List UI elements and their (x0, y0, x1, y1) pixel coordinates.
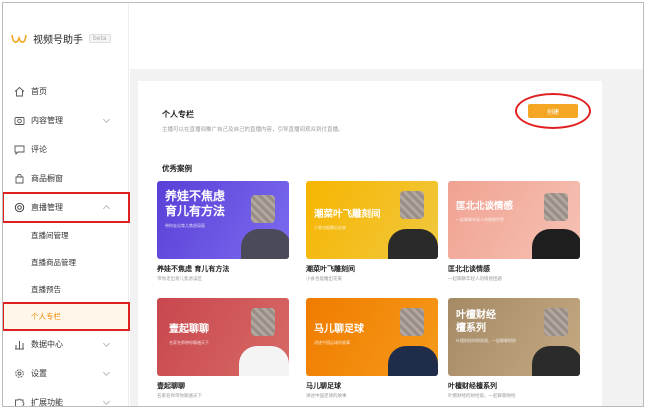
sidebar-item-label: 商品橱窗 (31, 174, 63, 183)
card-name: 潮菜叶飞雕刻间 (306, 265, 355, 273)
sidebar-item-live-room[interactable]: 直播间管理 (3, 222, 129, 249)
top-bar (130, 3, 643, 69)
main-area: 个人专栏 主播可以在直播间推广自己及自己的直播内容，引导直播间观众到付直播。 创… (130, 3, 643, 406)
person-image (532, 181, 580, 259)
sidebar-item-label: 内容管理 (31, 116, 63, 125)
card-desc: 小食也能雕出花来 (306, 277, 342, 282)
sidebar-item-data[interactable]: 数据中心 (3, 330, 129, 359)
window-frame: 视频号助手 beta 首页 内容管理 评论 商品橱窗 直播管理 直播间管理 直播… (2, 2, 644, 407)
card-banner-title: 潮菜叶飞雕刻间 (314, 209, 381, 220)
page-description: 主播可以在直播间推广自己及自己的直播内容，引导直播间观众到付直播。 (162, 127, 344, 133)
card-banner-title: 养娃不焦虑 (165, 189, 226, 203)
camera-icon (13, 115, 25, 127)
card-banner-subtitle: 带你走出育儿焦虑局面 (165, 223, 205, 228)
card-banner-title: 檀系列 (456, 322, 486, 334)
card-name: 匡北北谈情感 (448, 265, 490, 273)
sidebar-item-content[interactable]: 内容管理 (3, 106, 129, 135)
sidebar-item-settings[interactable]: 设置 (3, 359, 129, 388)
card-banner-title: 匡北北谈情感 (456, 201, 514, 212)
sidebar: 视频号助手 beta 首页 内容管理 评论 商品橱窗 直播管理 直播间管理 直播… (3, 3, 130, 407)
card-banner-subtitle: 名家名师带你聊遍天下 (169, 340, 209, 345)
sidebar-item-home[interactable]: 首页 (3, 77, 129, 106)
beta-badge: beta (89, 34, 111, 43)
create-button[interactable]: 创建 (528, 104, 578, 118)
home-icon (13, 86, 25, 98)
sidebar-menu: 首页 内容管理 评论 商品橱窗 直播管理 直播间管理 直播商品管理 直播预告 个… (3, 77, 130, 407)
card-banner-title: 育儿有方法 (165, 204, 226, 218)
sidebar-item-label: 直播间管理 (31, 231, 69, 240)
sidebar-item-label: 首页 (31, 87, 47, 96)
brand-name: 视频号助手 (33, 35, 83, 46)
column-panel: 个人专栏 主播可以在直播间推广自己及自己的直播内容，引导直播间观众到付直播。 创… (138, 81, 602, 406)
person-image (241, 181, 289, 259)
sidebar-item-label: 直播管理 (31, 203, 63, 212)
card-banner-title: 叶檀财经 (456, 310, 496, 321)
card-banner-subtitle: 讲述中国足球的故事 (314, 340, 350, 345)
card-name: 壹起聊聊 (157, 382, 185, 390)
card-name: 叶檀财经檀系列 (448, 382, 497, 390)
bar-chart-icon (13, 339, 25, 351)
example-card[interactable]: 潮菜叶飞雕刻间 小食也能雕出花来 (306, 181, 438, 259)
example-card[interactable]: 叶檀财经 檀系列 叶檀财经的财经观，一起聊聊财经 (448, 298, 580, 376)
sidebar-item-label: 设置 (31, 369, 47, 378)
card-banner-title: 壹起聊聊 (169, 324, 209, 335)
card-banner-subtitle: 小食也能雕出花来 (314, 225, 346, 230)
card-desc: 带你走出育儿焦虑误区 (157, 277, 202, 282)
comment-icon (13, 144, 25, 156)
card-desc: 名家名师带你聊遍天下 (157, 394, 202, 399)
person-image (386, 181, 438, 259)
sidebar-item-label: 直播预告 (31, 285, 61, 294)
gear-icon (13, 368, 25, 380)
person-image (386, 298, 438, 376)
card-banner-subtitle: 叶檀财经的财经观，一起聊聊财经 (456, 338, 516, 343)
example-card[interactable]: 壹起聊聊 名家名师带你聊遍天下 (157, 298, 289, 376)
sidebar-item-label: 扩展功能 (31, 398, 63, 407)
card-banner-subtitle: 一起聊聊年轻人的情感世界 (456, 217, 504, 222)
sidebar-item-label: 数据中心 (31, 340, 63, 349)
sidebar-item-live-goods[interactable]: 直播商品管理 (3, 249, 129, 276)
card-desc: 一起聊聊年轻人的情感困惑 (448, 277, 502, 282)
chevron-down-icon (102, 397, 111, 406)
example-card[interactable]: 养娃不焦虑 育儿有方法 带你走出育儿焦虑局面 (157, 181, 289, 259)
card-name: 马儿聊足球 (306, 382, 341, 390)
puzzle-icon (13, 397, 25, 406)
channels-logo-icon (11, 34, 27, 43)
card-desc: 讲述中国足球的故事 (306, 394, 347, 399)
card-name: 养娃不焦虑 育儿有方法 (157, 265, 230, 273)
sidebar-item-label: 评论 (31, 145, 47, 154)
sidebar-item-label: 直播商品管理 (31, 258, 76, 267)
chevron-down-icon (102, 339, 111, 348)
page-title: 个人专栏 (162, 110, 194, 119)
shopping-bag-icon (13, 173, 25, 185)
person-image (532, 298, 580, 376)
sidebar-item-column[interactable]: 个人专栏 (3, 302, 130, 331)
brand: 视频号助手 beta (11, 31, 111, 46)
sidebar-item-shop[interactable]: 商品橱窗 (3, 164, 129, 193)
sidebar-item-live-preview[interactable]: 直播预告 (3, 276, 129, 303)
chevron-down-icon (102, 368, 111, 377)
example-card[interactable]: 匡北北谈情感 一起聊聊年轻人的情感世界 (448, 181, 580, 259)
card-desc: 叶檀财经的财经观，一起聊聊财经 (448, 394, 516, 399)
chevron-up-icon (102, 204, 111, 213)
sidebar-item-label: 个人专栏 (31, 312, 61, 321)
person-image (237, 298, 289, 376)
example-card[interactable]: 马儿聊足球 讲述中国足球的故事 (306, 298, 438, 376)
sidebar-item-extend[interactable]: 扩展功能 (3, 388, 129, 407)
sidebar-item-live[interactable]: 直播管理 (3, 192, 130, 223)
examples-title: 优秀案例 (162, 164, 192, 173)
sidebar-item-comments[interactable]: 评论 (3, 135, 129, 164)
card-banner-title: 马儿聊足球 (314, 324, 364, 335)
chevron-down-icon (102, 115, 111, 124)
live-icon (13, 202, 25, 214)
